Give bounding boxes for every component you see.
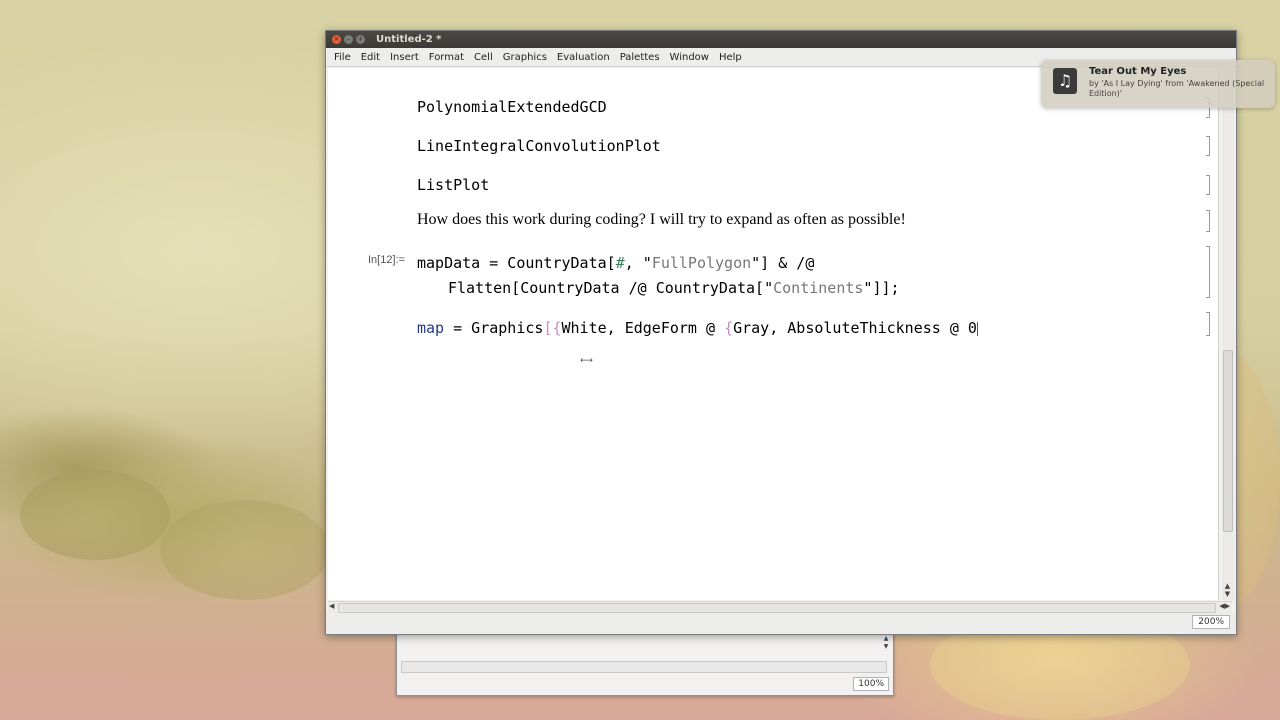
scroll-left-icon[interactable]: ◀ <box>329 602 334 610</box>
notebook-content[interactable]: PolynomialExtendedGCD LineIntegralConvol… <box>328 68 1219 600</box>
code-text: "] & /@ <box>751 254 815 272</box>
input-cell-line[interactable]: Flatten[CountryData /@ CountryData["Cont… <box>448 279 900 297</box>
menu-edit[interactable]: Edit <box>357 52 384 63</box>
menu-graphics[interactable]: Graphics <box>499 52 551 63</box>
notification-body: by 'As I Lay Dying' from 'Awakened (Spec… <box>1089 79 1265 98</box>
menu-window[interactable]: Window <box>666 52 713 63</box>
code-bracket: { <box>724 319 734 337</box>
code-bracket: [{ <box>543 319 562 337</box>
code-text: "]]; <box>863 279 900 297</box>
code-text: mapData = CountryData[ <box>417 254 616 272</box>
text-cell[interactable]: PolynomialExtendedGCD <box>417 98 607 116</box>
zoom-field[interactable]: 200% <box>1192 615 1230 629</box>
text-cell[interactable]: LineIntegralConvolutionPlot <box>417 137 661 155</box>
wallpaper-blob <box>20 470 170 560</box>
menu-insert[interactable]: Insert <box>386 52 423 63</box>
cell-bracket[interactable] <box>1206 312 1210 336</box>
notification-title: Tear Out My Eyes <box>1089 66 1187 77</box>
menu-evaluation[interactable]: Evaluation <box>553 52 614 63</box>
horizontal-scrollbar[interactable] <box>401 661 887 673</box>
minimize-button[interactable]: – <box>344 35 353 44</box>
close-button[interactable]: × <box>332 35 341 44</box>
input-cell-line[interactable]: mapData = CountryData[#, "FullPolygon"] … <box>417 254 814 272</box>
horizontal-scrollbar[interactable]: ◀ ◀▶ <box>328 601 1232 613</box>
text-caret <box>976 321 978 336</box>
notebook-window: × – + Untitled-2 * File Edit Insert Form… <box>325 30 1237 635</box>
code-text: Gray, AbsoluteThickness @ 0 <box>733 319 977 337</box>
music-notification: ♫ Tear Out My Eyes by 'As I Lay Dying' f… <box>1041 60 1275 108</box>
menu-help[interactable]: Help <box>715 52 746 63</box>
music-note-icon: ♫ <box>1053 68 1077 94</box>
code-text: Flatten[CountryData /@ CountryData[" <box>448 279 774 297</box>
menu-file[interactable]: File <box>330 52 355 63</box>
cell-bracket[interactable] <box>1206 136 1210 156</box>
code-string: Continents <box>773 279 864 297</box>
background-notebook-window[interactable]: ▲ ▼ 100% <box>396 632 894 696</box>
maximize-button[interactable]: + <box>356 35 365 44</box>
code-string: FullPolygon <box>651 254 752 272</box>
scroll-arrows-icon[interactable]: ▲ ▼ <box>1222 582 1233 598</box>
input-cell-line[interactable]: map = Graphics[{White, EdgeForm @ {Gray,… <box>417 319 978 337</box>
zoom-field[interactable]: 100% <box>853 677 889 691</box>
text-cell[interactable]: ListPlot <box>417 176 489 194</box>
cell-bracket[interactable] <box>1206 246 1210 298</box>
cell-bracket[interactable] <box>1206 210 1210 232</box>
code-variable: map <box>417 319 445 337</box>
scroll-thumb[interactable] <box>338 603 1216 613</box>
menu-cell[interactable]: Cell <box>470 52 497 63</box>
status-bar: 200% <box>326 613 1236 633</box>
vertical-scrollbar[interactable]: ▲ ▼ <box>1222 68 1234 600</box>
title-bar[interactable]: × – + Untitled-2 * <box>326 31 1236 48</box>
text-cell[interactable]: How does this work during coding? I will… <box>417 211 906 229</box>
menu-palettes[interactable]: Palettes <box>616 52 664 63</box>
code-text: = Graphics <box>444 319 544 337</box>
code-text: , " <box>624 254 652 272</box>
scroll-thumb[interactable] <box>1223 350 1233 532</box>
wallpaper-blob <box>160 500 330 600</box>
ibeam-cursor-icon: ⟷ <box>580 356 593 366</box>
cell-bracket[interactable] <box>1206 175 1210 195</box>
input-label: In[12]:= <box>368 254 406 266</box>
menu-format[interactable]: Format <box>425 52 468 63</box>
code-text: White, EdgeForm @ <box>561 319 725 337</box>
scroll-right-icon[interactable]: ◀▶ <box>1219 602 1230 610</box>
window-title: Untitled-2 * <box>376 34 442 45</box>
vertical-scrollbar[interactable]: ▲ ▼ <box>881 635 891 657</box>
code-slot: # <box>615 254 625 272</box>
